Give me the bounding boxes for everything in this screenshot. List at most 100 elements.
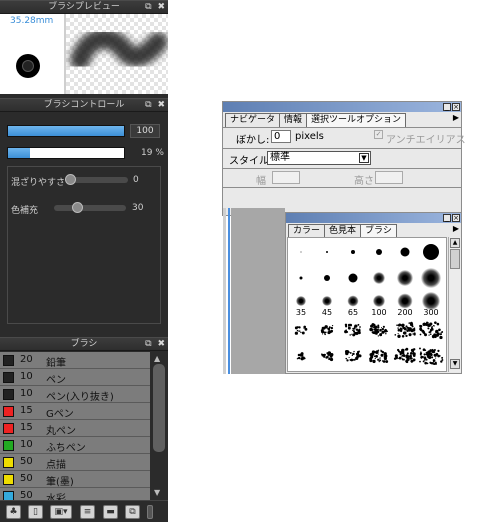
brush-list-titlebar[interactable]: ブラシ ⧉ ✖ — [0, 337, 168, 351]
grip-icon[interactable] — [147, 505, 153, 519]
mix-label: 混ざりやすさ — [11, 178, 66, 188]
brush-preset-cell[interactable] — [314, 239, 340, 265]
brush-size-value[interactable]: 100 — [130, 124, 160, 138]
brush-preset-cell[interactable] — [418, 265, 444, 291]
brush-list-item[interactable]: 10 ペン — [0, 369, 150, 386]
brush-grid-scrollbar[interactable]: ▲ ▼ — [448, 237, 461, 372]
brush-preset-cell[interactable] — [288, 317, 314, 343]
tab-selection-options[interactable]: 選択ツールオプション — [306, 113, 407, 127]
brush-preset-cell[interactable] — [392, 317, 418, 343]
color-refill-track[interactable] — [54, 205, 126, 211]
brush-preset-cell[interactable]: 200 — [392, 291, 418, 317]
brush-preset-cell[interactable]: 45 — [314, 291, 340, 317]
tab-menu-icon[interactable]: ▶ — [453, 113, 459, 122]
brush-list-item[interactable]: 20 鉛筆 — [0, 352, 150, 369]
scroll-down-icon[interactable]: ▼ — [154, 488, 160, 497]
brush-preset-cell[interactable] — [366, 239, 392, 265]
brush-tip-scatter — [394, 321, 416, 338]
brush-preset-cell[interactable] — [366, 343, 392, 369]
brush-preset-cell[interactable] — [418, 239, 444, 265]
brush-preset-cell[interactable] — [392, 343, 418, 369]
brush-preset-cell[interactable] — [418, 317, 444, 343]
brush-list-scrollbar[interactable]: ▲ ▼ — [150, 352, 168, 500]
brush-list-item[interactable]: 10 ペン(入り抜き) — [0, 386, 150, 403]
brush-list-item[interactable]: 15 丸ペン — [0, 420, 150, 437]
brush-tip-soft-dot — [373, 295, 385, 308]
brush-list-item[interactable]: 50 点描 — [0, 454, 150, 471]
scroll-thumb[interactable] — [153, 364, 165, 452]
canvas-area[interactable] — [231, 208, 285, 374]
new-brush-icon[interactable]: ▯ — [28, 505, 43, 519]
width-input[interactable] — [272, 171, 300, 184]
brush-preset-cell[interactable] — [340, 265, 366, 291]
minimize-icon[interactable]: _ — [443, 103, 451, 111]
close-icon[interactable]: ✖ — [157, 339, 165, 349]
brush-preset-cell[interactable] — [340, 239, 366, 265]
brush-preset-cell[interactable] — [288, 239, 314, 265]
style-select[interactable]: 標準 ▼ — [267, 151, 371, 165]
tab-brushes[interactable]: ブラシ — [360, 224, 397, 238]
minimize-icon[interactable]: _ — [443, 214, 451, 222]
brush-preset-cell[interactable] — [392, 239, 418, 265]
popout-icon[interactable]: ⧉ — [145, 339, 151, 349]
mix-value: 0 — [133, 175, 139, 185]
folder-icon[interactable]: ▬ — [103, 505, 118, 519]
brush-control-titlebar[interactable]: ブラシコントロール ⧉ ✖ — [0, 98, 168, 112]
close-icon[interactable]: ✖ — [157, 2, 165, 12]
brush-preset-cell[interactable] — [288, 265, 314, 291]
mix-knob[interactable] — [65, 174, 76, 185]
scroll-up-icon[interactable]: ▲ — [154, 354, 160, 363]
copy-icon[interactable]: ⧉ — [125, 505, 140, 519]
brush-preset-cell[interactable] — [392, 265, 418, 291]
style-select-value: 標準 — [270, 152, 290, 163]
brush-palette-titlebar[interactable]: _ × — [286, 213, 461, 223]
color-refill-knob[interactable] — [71, 202, 83, 213]
close-icon[interactable]: × — [452, 103, 460, 111]
blur-input[interactable]: 0 — [271, 130, 291, 143]
brush-group-icon[interactable]: ♣ — [6, 505, 21, 519]
scroll-up-icon[interactable]: ▲ — [450, 238, 460, 248]
brush-list-item[interactable]: 50 水彩 — [0, 488, 150, 500]
brush-preset-cell[interactable] — [340, 343, 366, 369]
close-icon[interactable]: × — [452, 214, 460, 222]
brush-preset-cell[interactable]: 100 — [366, 291, 392, 317]
brush-preset-cell[interactable]: 300 — [418, 291, 444, 317]
brush-settings-icon[interactable]: ≡ — [80, 505, 95, 519]
antialias-checkbox[interactable]: ✓ — [374, 130, 383, 139]
tab-navigator[interactable]: ナビゲータ — [225, 113, 281, 127]
brush-tip-scatter — [393, 347, 416, 364]
brush-preset-cell[interactable] — [366, 317, 392, 343]
tab-color[interactable]: カラー — [288, 224, 326, 238]
tab-info[interactable]: 情報 — [279, 113, 308, 127]
brush-preset-cell[interactable] — [340, 317, 366, 343]
brush-density-slider[interactable] — [7, 147, 125, 159]
brush-preview-titlebar[interactable]: ブラシプレビュー ⧉ ✖ — [0, 0, 168, 14]
brush-tip-dot — [400, 247, 410, 257]
brush-list-item[interactable]: 10 ふちペン — [0, 437, 150, 454]
scroll-down-icon[interactable]: ▼ — [450, 359, 460, 369]
brush-preset-cell[interactable]: 65 — [340, 291, 366, 317]
brush-item-name: 丸ペン — [46, 426, 76, 437]
brush-list-item[interactable]: 50 筆(墨) — [0, 471, 150, 488]
tab-swatches[interactable]: 色見本 — [324, 224, 362, 238]
brush-size-slider[interactable] — [7, 125, 125, 137]
popout-icon[interactable]: ⧉ — [145, 2, 151, 12]
height-input[interactable] — [375, 171, 403, 184]
scroll-thumb[interactable] — [450, 249, 460, 269]
stroke-preview — [66, 14, 168, 94]
brush-menu-icon[interactable]: ▣▾ — [50, 505, 72, 519]
brush-preset-cell[interactable] — [366, 265, 392, 291]
brush-preset-cell[interactable] — [314, 265, 340, 291]
tab-menu-icon[interactable]: ▶ — [453, 224, 459, 233]
brush-preset-cell[interactable] — [418, 343, 444, 369]
tool-options-titlebar[interactable]: _ × — [223, 102, 461, 112]
popout-icon[interactable]: ⧉ — [145, 100, 151, 110]
close-icon[interactable]: ✖ — [157, 100, 165, 110]
chevron-down-icon[interactable]: ▼ — [359, 153, 369, 163]
brush-preset-cell[interactable] — [314, 343, 340, 369]
left-panel: ブラシプレビュー ⧉ ✖ 35.28mm ブラシコントロール ⧉ ✖ 100 1… — [0, 0, 168, 522]
brush-preset-cell[interactable]: 35 — [288, 291, 314, 317]
brush-list-item[interactable]: 15 Gペン — [0, 403, 150, 420]
brush-preset-cell[interactable] — [314, 317, 340, 343]
brush-preset-cell[interactable] — [288, 343, 314, 369]
